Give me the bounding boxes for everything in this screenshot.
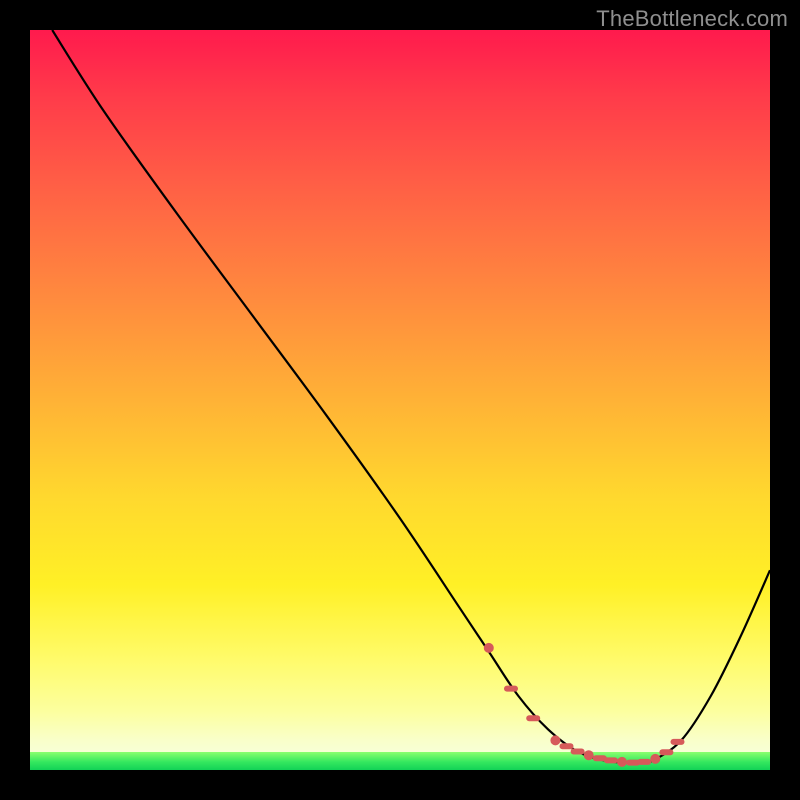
valley-marker-dash [659, 749, 673, 755]
plot-area [30, 30, 770, 770]
valley-marker-dot [484, 643, 494, 653]
outer-frame: TheBottleneck.com [0, 0, 800, 800]
valley-markers [484, 643, 685, 767]
valley-marker-dot [550, 735, 560, 745]
valley-marker-dash [560, 743, 574, 749]
valley-marker-dash [637, 759, 651, 765]
valley-marker-dash [526, 715, 540, 721]
valley-marker-dot [584, 750, 594, 760]
bottleneck-curve [52, 30, 770, 763]
valley-marker-dash [671, 739, 685, 745]
valley-marker-dot [650, 754, 660, 764]
valley-marker-dot [617, 757, 627, 767]
chart-overlay [30, 30, 770, 770]
watermark-label: TheBottleneck.com [596, 6, 788, 32]
valley-marker-dash [504, 686, 518, 692]
valley-marker-dash [604, 757, 618, 763]
valley-marker-dash [571, 749, 585, 755]
